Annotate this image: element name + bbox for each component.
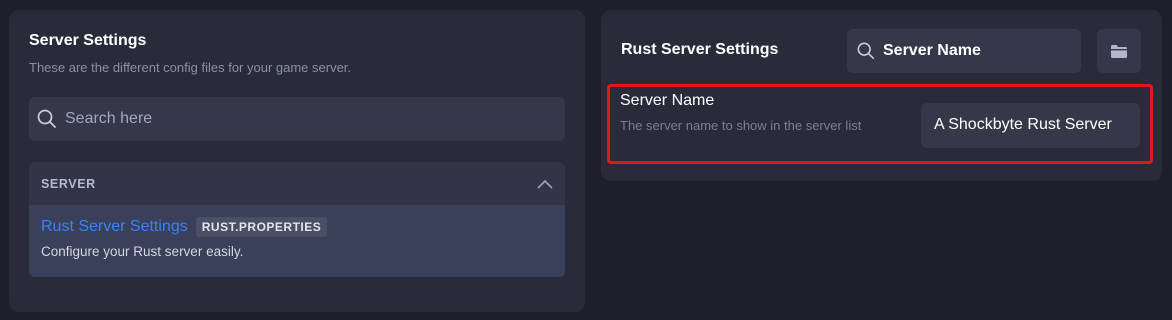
setting-description: The server name to show in the server li… — [620, 118, 862, 133]
rust-settings-panel: Rust Server Settings Server Name Server … — [601, 10, 1162, 181]
server-section: SERVER Rust Server Settings RUST.PROPERT… — [29, 162, 565, 277]
server-section-header[interactable]: SERVER — [29, 162, 565, 205]
setting-name: Server Name — [620, 92, 715, 109]
settings-search-input[interactable]: Server Name — [847, 29, 1081, 73]
panel-title: Server Settings — [29, 32, 147, 49]
server-settings-panel: Server Settings These are the different … — [9, 10, 585, 312]
chevron-up-icon[interactable] — [537, 179, 553, 189]
search-icon — [857, 42, 875, 60]
search-icon — [37, 109, 56, 128]
server-name-input[interactable]: A Shockbyte Rust Server — [921, 103, 1140, 148]
search-value: Server Name — [883, 42, 981, 59]
config-file-badge: RUST.PROPERTIES — [195, 217, 328, 237]
panel-title: Rust Server Settings — [621, 41, 779, 58]
setting-row-server-name: Server Name The server name to show in t… — [607, 84, 1153, 164]
config-item-rust-server-settings[interactable]: Rust Server Settings RUST.PROPERTIES Con… — [29, 205, 565, 277]
section-label: SERVER — [41, 176, 96, 191]
config-item-title[interactable]: Rust Server Settings — [41, 218, 188, 236]
open-file-button[interactable] — [1097, 29, 1141, 73]
config-item-description: Configure your Rust server easily. — [41, 244, 244, 259]
config-search-input[interactable]: Search here — [29, 97, 565, 141]
folder-icon — [1111, 44, 1127, 58]
panel-subtitle: These are the different config files for… — [29, 60, 352, 75]
search-placeholder: Search here — [65, 110, 153, 127]
